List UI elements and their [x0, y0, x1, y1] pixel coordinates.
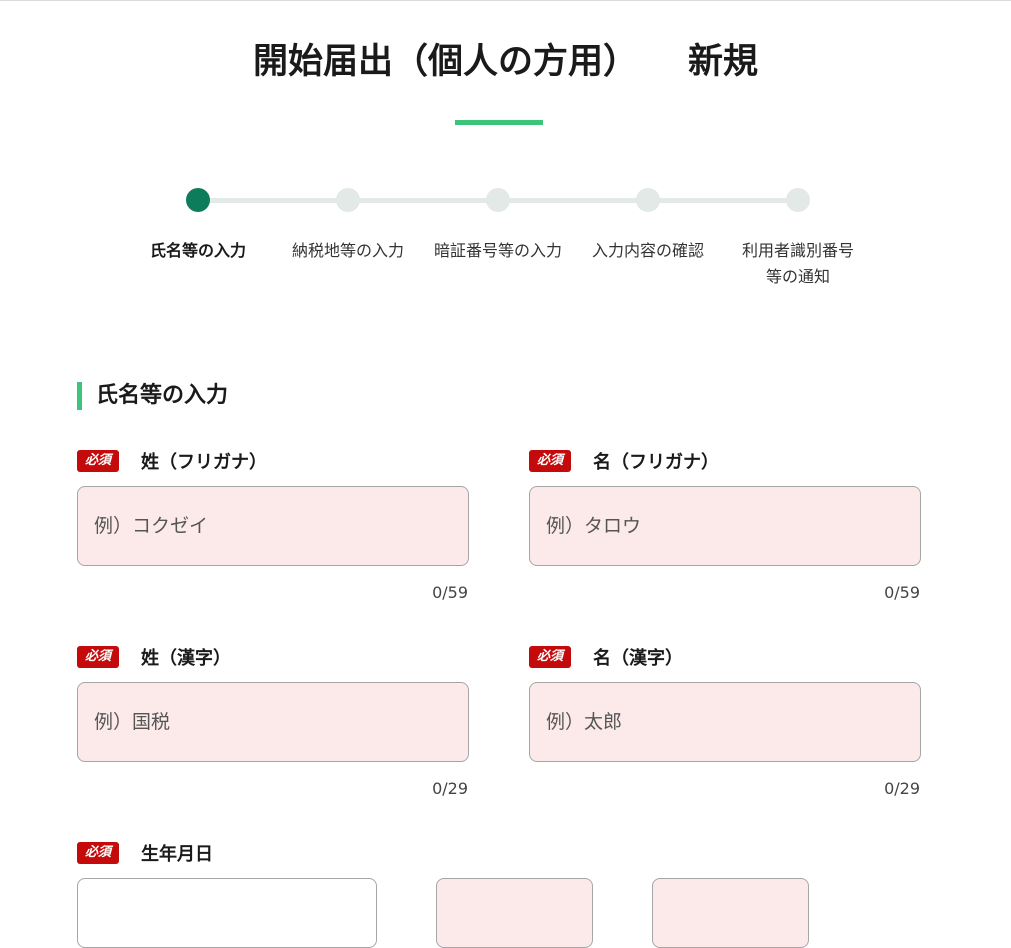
required-badge: 必須 — [77, 646, 120, 668]
sei-kana-label: 姓（フリガナ） — [141, 452, 268, 473]
title-underline — [455, 120, 543, 125]
sei-kanji-char-count: 0/29 — [432, 779, 468, 798]
sei-kanji-label-row: 必須 姓（漢字） — [77, 644, 231, 670]
required-badge: 必須 — [77, 842, 120, 864]
mei-kana-label: 名（フリガナ） — [593, 452, 720, 473]
section-title: 氏名等の入力 — [96, 383, 229, 408]
step-2-dot — [336, 188, 360, 212]
step-2-label: 納税地等の入力 — [291, 241, 404, 260]
mei-kanji-char-count: 0/29 — [884, 779, 920, 798]
section-accent-bar — [77, 382, 82, 410]
mei-kana-input[interactable] — [529, 486, 921, 566]
page-title: 開始届出（個人の方用） 新規 — [0, 30, 1011, 86]
required-badge: 必須 — [529, 450, 572, 472]
step-5-label-line1: 利用者識別番号 — [741, 241, 854, 260]
top-divider — [0, 0, 1011, 1]
step-4-label: 入力内容の確認 — [591, 241, 704, 260]
step-5-dot — [786, 188, 810, 212]
sei-kana-input[interactable] — [77, 486, 469, 566]
birthdate-label-row: 必須 生年月日 — [77, 840, 213, 866]
mei-kanji-label-row: 必須 名（漢字） — [529, 644, 683, 670]
birthdate-day-input[interactable] — [652, 878, 809, 948]
birthdate-label: 生年月日 — [141, 844, 214, 865]
sei-kana-label-row: 必須 姓（フリガナ） — [77, 448, 267, 474]
sei-kanji-label: 姓（漢字） — [141, 648, 232, 669]
page-title-text: 開始届出（個人の方用） — [252, 41, 638, 82]
required-badge: 必須 — [77, 450, 120, 472]
required-badge: 必須 — [529, 646, 572, 668]
step-5-label: 利用者識別番号 等の通知 — [723, 238, 873, 290]
step-3-label: 暗証番号等の入力 — [433, 241, 562, 260]
step-4-dot — [636, 188, 660, 212]
sei-kana-char-count: 0/59 — [432, 583, 468, 602]
step-1-label: 氏名等の入力 — [149, 241, 246, 260]
mei-kana-label-row: 必須 名（フリガナ） — [529, 448, 719, 474]
mei-kanji-input[interactable] — [529, 682, 921, 762]
page-title-mode: 新規 — [688, 41, 759, 82]
mei-kana-char-count: 0/59 — [884, 583, 920, 602]
birthdate-month-input[interactable] — [436, 878, 593, 948]
step-3-dot — [486, 188, 510, 212]
sei-kanji-input[interactable] — [77, 682, 469, 762]
step-1-dot — [186, 188, 210, 212]
birthdate-era-select[interactable] — [77, 878, 377, 948]
mei-kanji-label: 名（漢字） — [593, 648, 684, 669]
step-5-label-line2: 等の通知 — [765, 267, 830, 286]
